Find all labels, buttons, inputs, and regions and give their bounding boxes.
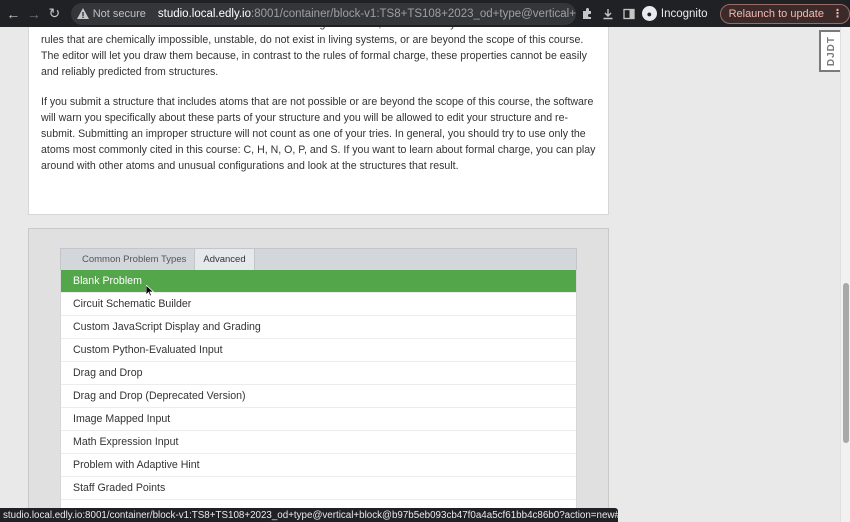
- security-label[interactable]: Not secure: [93, 8, 146, 20]
- relaunch-label: Relaunch to update: [728, 7, 824, 20]
- list-item[interactable]: Circuit Schematic Builder: [61, 293, 576, 316]
- list-item[interactable]: Drag and Drop: [61, 362, 576, 385]
- page-content: follow the rules for covalent bond forma…: [0, 27, 840, 522]
- url-host[interactable]: studio.local.edly.io: [158, 8, 251, 20]
- scrollbar-thumb[interactable]: [843, 283, 849, 443]
- relaunch-button[interactable]: Relaunch to update ⋮: [719, 3, 850, 24]
- list-item[interactable]: Drag and Drop (Deprecated Version): [61, 385, 576, 408]
- problem-description-card: follow the rules for covalent bond forma…: [28, 27, 609, 215]
- list-item[interactable]: Problem with Adaptive Hint: [61, 454, 576, 477]
- warning-icon[interactable]: [76, 7, 89, 20]
- djdt-toolbar-handle[interactable]: DJDT: [819, 30, 841, 72]
- djdt-label: DJDT: [825, 35, 837, 67]
- reload-icon[interactable]: ↻: [44, 3, 65, 25]
- incognito-label: Incognito: [660, 7, 708, 20]
- back-icon[interactable]: ←: [3, 3, 24, 25]
- incognito-icon: ●: [641, 6, 657, 21]
- list-item[interactable]: Math Expression Input: [61, 431, 576, 454]
- problem-type-list: Blank Problem Circuit Schematic Builder …: [60, 270, 577, 522]
- forward-icon[interactable]: →: [24, 3, 45, 25]
- tab-common-problem-types[interactable]: Common Problem Types: [74, 249, 194, 270]
- list-item[interactable]: Blank Problem: [61, 270, 576, 293]
- list-item[interactable]: Custom Python-Evaluated Input: [61, 339, 576, 362]
- description-paragraph: follow the rules for covalent bond forma…: [41, 27, 587, 78]
- side-panel-icon[interactable]: [619, 8, 638, 20]
- page-scrollbar[interactable]: [840, 27, 850, 522]
- description-paragraph: If you submit a structure that includes …: [41, 96, 596, 172]
- incognito-indicator[interactable]: ● Incognito: [641, 6, 708, 21]
- status-bar-url: studio.local.edly.io:8001/container/bloc…: [0, 508, 618, 522]
- address-bar[interactable]: Not secure studio.local.edly.io :8001/co…: [70, 2, 576, 25]
- list-item[interactable]: Custom JavaScript Display and Grading: [61, 316, 576, 339]
- mouse-cursor-icon: [145, 284, 155, 297]
- more-vert-icon: ⋮: [831, 8, 843, 20]
- browser-toolbar: ← → ↻ Not secure studio.local.edly.io :8…: [0, 0, 850, 27]
- download-icon[interactable]: [599, 8, 618, 20]
- tab-advanced[interactable]: Advanced: [194, 249, 255, 270]
- url-path[interactable]: :8001/container/block-v1:TS8+TS108+2023_…: [251, 8, 576, 20]
- picker-tabs: Common Problem Types Advanced: [60, 248, 577, 270]
- extensions-icon[interactable]: [578, 7, 597, 20]
- problem-type-picker: Common Problem Types Advanced Blank Prob…: [28, 228, 609, 522]
- list-item[interactable]: Image Mapped Input: [61, 408, 576, 431]
- list-item[interactable]: Staff Graded Points: [61, 477, 576, 500]
